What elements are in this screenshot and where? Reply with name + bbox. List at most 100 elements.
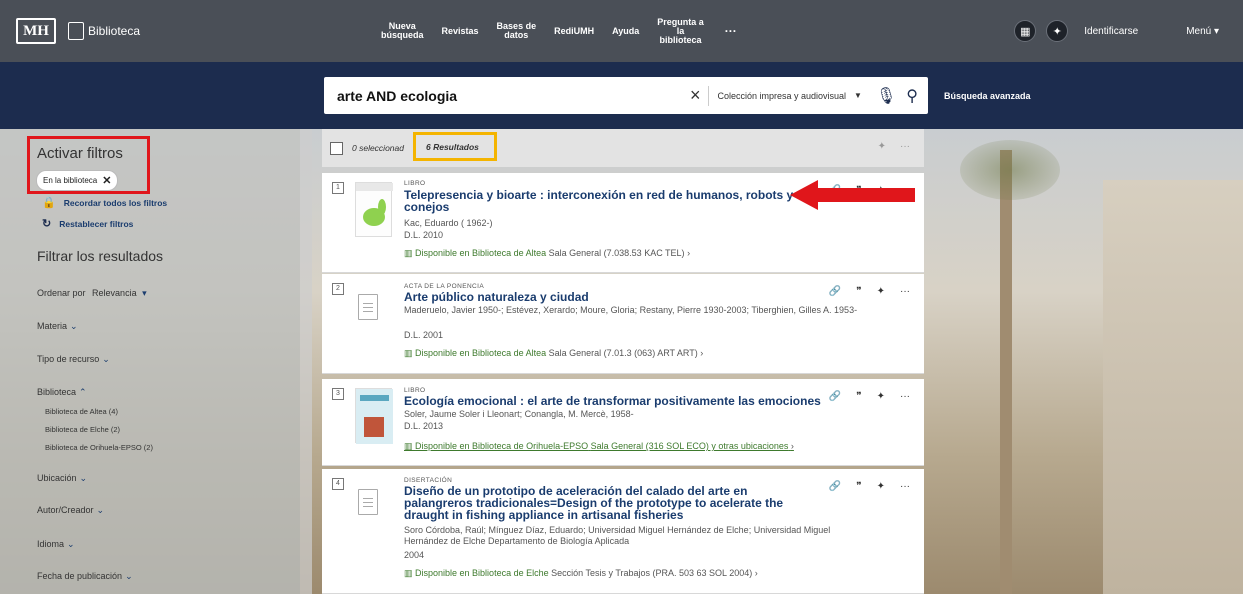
remember-filters-link[interactable]: 🔒 Recordar todos los filtros (42, 196, 167, 209)
availability-text: Disponible en Biblioteca de Orihuela-EPS… (415, 441, 589, 451)
nav-more-button[interactable]: ··· (713, 24, 749, 38)
sort-value: Relevancia (92, 288, 137, 298)
pin-icon[interactable]: ✦ (877, 391, 885, 402)
facet-label: Ubicación (37, 473, 77, 483)
result-authors: Soler, Jaume Soler i Lleonart; Conangla,… (404, 409, 634, 419)
link-icon[interactable]: 🔗 (829, 286, 841, 297)
cite-icon[interactable]: ❞ (856, 391, 861, 402)
header-actions: ▦ ✦ Identificarse Menú ▾ (1014, 20, 1219, 42)
filters-sidebar: Activar filtros En la biblioteca ✕ 🔒 Rec… (0, 129, 312, 594)
availability-location: Sala General (316 SOL ECO) y otras ubica… (590, 441, 789, 451)
search-icon[interactable]: ⚲ (902, 86, 928, 106)
reset-filters-link[interactable]: ↻ Restablecer filtros (42, 217, 133, 230)
advanced-search-link[interactable]: Búsqueda avanzada (944, 91, 1031, 101)
result-authors: Kac, Eduardo ( 1962-) (404, 218, 493, 228)
book-cover-image[interactable] (355, 388, 393, 444)
biblioteca-logo: Biblioteca (68, 22, 140, 40)
chevron-right-icon: › (687, 248, 691, 258)
availability-icon: ▥ (404, 441, 416, 451)
background-building (1103, 180, 1243, 594)
result-actions: 🔗 ❞ ✦ ··· (829, 391, 910, 402)
library-option-elche[interactable]: Biblioteca de Elche (2) (45, 425, 120, 434)
availability-link[interactable]: ▥ Disponible en Biblioteca de Orihuela-E… (404, 441, 794, 452)
availability-text: Disponible en Biblioteca de Elche (415, 568, 549, 578)
facet-label: Tipo de recurso (37, 354, 100, 364)
more-options-icon[interactable]: ··· (900, 391, 910, 402)
reset-icon: ↻ (42, 218, 52, 230)
facet-location[interactable]: Ubicación ⌄ (37, 473, 87, 484)
availability-link[interactable]: ▥ Disponible en Biblioteca de Elche Secc… (404, 568, 758, 579)
pin-icon[interactable]: ✦ (1046, 20, 1069, 42)
more-options-icon[interactable]: ··· (900, 141, 910, 152)
result-title[interactable]: Diseño de un prototipo de aceleración de… (404, 485, 814, 521)
availability-location: Sala General (7.01.3 (063) ART ART) (548, 348, 698, 358)
result-card[interactable]: 2 ACTA DE LA PONENCIA Arte público natur… (322, 274, 924, 374)
filter-results-title: Filtrar los resultados (37, 248, 164, 264)
facet-resource-type[interactable]: Tipo de recurso ⌄ (37, 354, 110, 365)
result-title[interactable]: Arte público naturaleza y ciudad (404, 291, 804, 303)
result-date: D.L. 2001 (404, 330, 444, 340)
pin-icon[interactable]: ✦ (877, 286, 885, 297)
facet-label: Autor/Creador (37, 505, 94, 515)
facet-language[interactable]: Idioma ⌄ (37, 539, 75, 550)
lock-icon: 🔒 (42, 197, 56, 209)
availability-location: Sala General (7.038.53 KAC TEL) (548, 248, 685, 258)
library-option-orihuela[interactable]: Biblioteca de Orihuela-EPSO (2) (45, 443, 153, 452)
result-number: 3 (332, 388, 344, 400)
availability-icon: ▥ (404, 568, 416, 578)
chevron-right-icon: › (754, 568, 758, 578)
link-icon[interactable]: 🔗 (829, 481, 841, 492)
nav-rediumh[interactable]: RediUMH (545, 26, 603, 36)
result-title[interactable]: Telepresencia y bioarte : interconexión … (404, 189, 804, 213)
search-scope-select[interactable]: Colección impresa y audiovisual (709, 91, 854, 101)
result-title[interactable]: Ecología emocional : el arte de transfor… (404, 395, 864, 407)
result-number: 2 (332, 283, 344, 295)
facet-subject[interactable]: Materia ⌄ (37, 321, 78, 332)
result-actions: 🔗 ❞ ✦ ··· (829, 286, 910, 297)
facet-library[interactable]: Biblioteca ⌃ (37, 387, 87, 398)
link-icon[interactable]: 🔗 (829, 391, 841, 402)
availability-text: Disponible en Biblioteca de Altea (415, 348, 547, 358)
nav-help[interactable]: Ayuda (603, 26, 648, 36)
result-card[interactable]: 4 DISERTACIÓN Diseño de un prototipo de … (322, 469, 924, 594)
more-options-icon[interactable]: ··· (900, 481, 910, 492)
availability-link[interactable]: ▥ Disponible en Biblioteca de Altea Sala… (404, 248, 690, 259)
menu-button[interactable]: Menú ▾ (1186, 26, 1219, 37)
nav-new-search[interactable]: Nueva búsqueda (372, 22, 433, 40)
search-band: × Colección impresa y audiovisual ▼ 🎙 ⚲ … (0, 62, 1243, 129)
chevron-down-icon: ⌄ (125, 571, 133, 581)
select-all-checkbox[interactable] (330, 141, 343, 155)
nav-journals[interactable]: Revistas (433, 26, 488, 36)
chip-label: En la biblioteca (43, 176, 98, 185)
search-input[interactable] (324, 87, 682, 104)
availability-link[interactable]: ▥ Disponible en Biblioteca de Altea Sala… (404, 348, 703, 359)
logo[interactable]: MH Biblioteca (16, 18, 140, 44)
library-option-altea[interactable]: Biblioteca de Altea (4) (45, 407, 118, 416)
nav-databases[interactable]: Bases de datos (488, 22, 546, 40)
chevron-down-icon[interactable]: ▼ (854, 91, 870, 100)
facet-publication-date[interactable]: Fecha de publicación ⌄ (37, 571, 133, 582)
qr-code-icon[interactable]: ▦ (1014, 20, 1037, 42)
cite-icon[interactable]: ❞ (856, 481, 861, 492)
result-card[interactable]: 3 LIBRO Ecología emocional : el arte de … (322, 379, 924, 466)
book-icon (68, 22, 84, 40)
more-options-icon[interactable]: ··· (900, 286, 910, 297)
availability-icon: ▥ (404, 248, 416, 258)
nav-ask-library[interactable]: Pregunta a la biblioteca (648, 17, 713, 45)
login-link[interactable]: Identificarse (1084, 26, 1138, 37)
red-arrow-annotation (790, 180, 915, 210)
availability-text: Disponible en Biblioteca de Altea (415, 248, 547, 258)
sort-by-control[interactable]: Ordenar por Relevancia ▾ (37, 288, 147, 299)
close-icon[interactable]: ✕ (102, 174, 111, 187)
facet-author[interactable]: Autor/Creador ⌄ (37, 505, 104, 516)
chevron-down-icon: ⌄ (79, 473, 88, 483)
cite-icon[interactable]: ❞ (856, 286, 861, 297)
pin-icon[interactable]: ✦ (878, 141, 886, 152)
active-filter-chip[interactable]: En la biblioteca ✕ (36, 170, 119, 191)
availability-location: Sección Tesis y Trabajos (PRA. 503 63 SO… (551, 568, 753, 578)
background-palm-trunk (1000, 150, 1012, 594)
microphone-icon[interactable]: 🎙 (870, 86, 902, 106)
pin-icon[interactable]: ✦ (877, 481, 885, 492)
clear-search-icon[interactable]: × (682, 85, 709, 106)
book-cover-image[interactable] (355, 182, 393, 237)
